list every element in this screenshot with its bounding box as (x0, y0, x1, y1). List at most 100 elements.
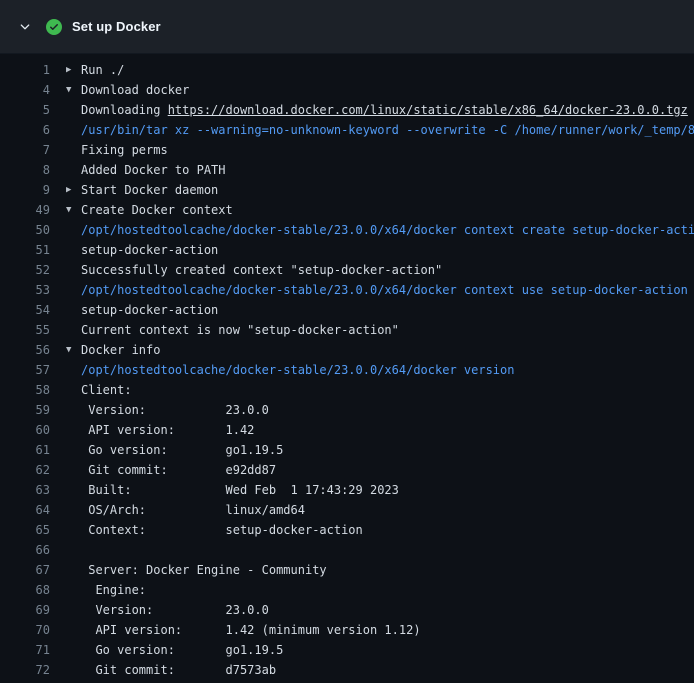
log: 1▶Run ./4▼Download docker5Downloading ht… (0, 54, 694, 680)
line-number[interactable]: 69 (0, 600, 50, 620)
line-number[interactable]: 7 (0, 140, 50, 160)
log-line[interactable]: 1▶Run ./ (0, 60, 694, 80)
step-header[interactable]: Set up Docker (0, 0, 694, 54)
line-content: ▼Docker info (66, 340, 694, 360)
line-number[interactable]: 62 (0, 460, 50, 480)
log-text: Fixing perms (81, 143, 168, 157)
line-content: API version: 1.42 (66, 420, 694, 440)
line-content: Current context is now "setup-docker-act… (66, 320, 694, 340)
log-line: 7 Fixing perms (0, 140, 694, 160)
log-line: 58 Client: (0, 380, 694, 400)
log-line: 60 API version: 1.42 (0, 420, 694, 440)
group-expanded-icon[interactable]: ▼ (66, 200, 81, 220)
log-text: Successfully created context "setup-dock… (81, 263, 442, 277)
log-text: Start Docker daemon (81, 183, 218, 197)
line-content: Go version: go1.19.5 (66, 640, 694, 660)
step-title: Set up Docker (72, 19, 161, 34)
line-content: ▼Download docker (66, 80, 694, 100)
log-line[interactable]: 4 ▼Download docker (0, 80, 694, 100)
log-line: 71 Go version: go1.19.5 (0, 640, 694, 660)
line-number[interactable]: 64 (0, 500, 50, 520)
line-number[interactable]: 67 (0, 560, 50, 580)
log-line: 6/usr/bin/tar xz --warning=no-unknown-ke… (0, 120, 694, 140)
log-text: Go version: go1.19.5 (81, 443, 283, 457)
line-content: OS/Arch: linux/amd64 (66, 500, 694, 520)
line-number[interactable]: 50 (0, 220, 50, 240)
line-number[interactable]: 9 (0, 180, 50, 200)
log-text: Go version: go1.19.5 (81, 643, 283, 657)
line-content: Engine: (66, 580, 694, 600)
log-text: Git commit: d7573ab (81, 663, 276, 677)
line-content: ▶Start Docker daemon (66, 180, 694, 200)
line-content: Version: 23.0.0 (66, 600, 694, 620)
line-number[interactable]: 70 (0, 620, 50, 640)
line-number[interactable]: 63 (0, 480, 50, 500)
line-number[interactable]: 8 (0, 160, 50, 180)
log-line: 68 Engine: (0, 580, 694, 600)
line-number[interactable]: 49 (0, 200, 50, 220)
group-collapsed-icon[interactable]: ▶ (66, 60, 81, 80)
log-text: Downloading (81, 103, 168, 117)
log-line: 62 Git commit: e92dd87 (0, 460, 694, 480)
line-number[interactable]: 55 (0, 320, 50, 340)
line-number[interactable]: 6 (0, 120, 50, 140)
line-number[interactable]: 57 (0, 360, 50, 380)
line-number[interactable]: 5 (0, 100, 50, 120)
line-number[interactable]: 53 (0, 280, 50, 300)
log-line: 8 Added Docker to PATH (0, 160, 694, 180)
line-number[interactable]: 60 (0, 420, 50, 440)
chevron-down-icon[interactable] (18, 20, 32, 34)
log-line: 59 Version: 23.0.0 (0, 400, 694, 420)
line-content: Git commit: e92dd87 (66, 460, 694, 480)
line-number[interactable]: 66 (0, 540, 50, 560)
line-number[interactable]: 72 (0, 660, 50, 680)
line-content: Version: 23.0.0 (66, 400, 694, 420)
line-number[interactable]: 56 (0, 340, 50, 360)
log-line: 50/opt/hostedtoolcache/docker-stable/23.… (0, 220, 694, 240)
log-line: 72 Git commit: d7573ab (0, 660, 694, 680)
line-content: Added Docker to PATH (66, 160, 694, 180)
line-content: Fixing perms (66, 140, 694, 160)
log-line: 54setup-docker-action (0, 300, 694, 320)
log-line: 69 Version: 23.0.0 (0, 600, 694, 620)
group-expanded-icon[interactable]: ▼ (66, 340, 81, 360)
line-number[interactable]: 54 (0, 300, 50, 320)
line-number[interactable]: 68 (0, 580, 50, 600)
log-line[interactable]: 9 ▶Start Docker daemon (0, 180, 694, 200)
line-number[interactable]: 71 (0, 640, 50, 660)
line-content: /usr/bin/tar xz --warning=no-unknown-key… (66, 120, 694, 140)
log-text: API version: 1.42 (minimum version 1.12) (81, 623, 421, 637)
line-number[interactable]: 58 (0, 380, 50, 400)
line-content: /opt/hostedtoolcache/docker-stable/23.0.… (66, 280, 694, 300)
line-content: /opt/hostedtoolcache/docker-stable/23.0.… (66, 220, 694, 240)
line-number[interactable]: 59 (0, 400, 50, 420)
line-content: setup-docker-action (66, 240, 694, 260)
line-number[interactable]: 65 (0, 520, 50, 540)
download-link[interactable]: https://download.docker.com/linux/static… (168, 103, 688, 117)
line-number[interactable]: 1 (0, 60, 50, 80)
log-line: 57/opt/hostedtoolcache/docker-stable/23.… (0, 360, 694, 380)
line-number[interactable]: 52 (0, 260, 50, 280)
line-number[interactable]: 4 (0, 80, 50, 100)
group-expanded-icon[interactable]: ▼ (66, 80, 81, 100)
log-line[interactable]: 56 ▼Docker info (0, 340, 694, 360)
command-text: /usr/bin/tar xz --warning=no-unknown-key… (81, 123, 694, 137)
line-content: API version: 1.42 (minimum version 1.12) (66, 620, 694, 640)
line-content: Built: Wed Feb 1 17:43:29 2023 (66, 480, 694, 500)
line-content: Git commit: d7573ab (66, 660, 694, 680)
line-content: Successfully created context "setup-dock… (66, 260, 694, 280)
log-text: Version: 23.0.0 (81, 603, 269, 617)
log-line: 55 Current context is now "setup-docker-a… (0, 320, 694, 340)
group-collapsed-icon[interactable]: ▶ (66, 180, 81, 200)
log-text: Version: 23.0.0 (81, 403, 269, 417)
line-number[interactable]: 61 (0, 440, 50, 460)
log-text: API version: 1.42 (81, 423, 254, 437)
log-text: Engine: (81, 583, 146, 597)
command-text: /opt/hostedtoolcache/docker-stable/23.0.… (81, 283, 688, 297)
log-text: Current context is now "setup-docker-act… (81, 323, 399, 337)
log-text: Create Docker context (81, 203, 233, 217)
log-text: Server: Docker Engine - Community (81, 563, 327, 577)
log-line[interactable]: 49 ▼Create Docker context (0, 200, 694, 220)
line-content: Client: (66, 380, 694, 400)
line-number[interactable]: 51 (0, 240, 50, 260)
